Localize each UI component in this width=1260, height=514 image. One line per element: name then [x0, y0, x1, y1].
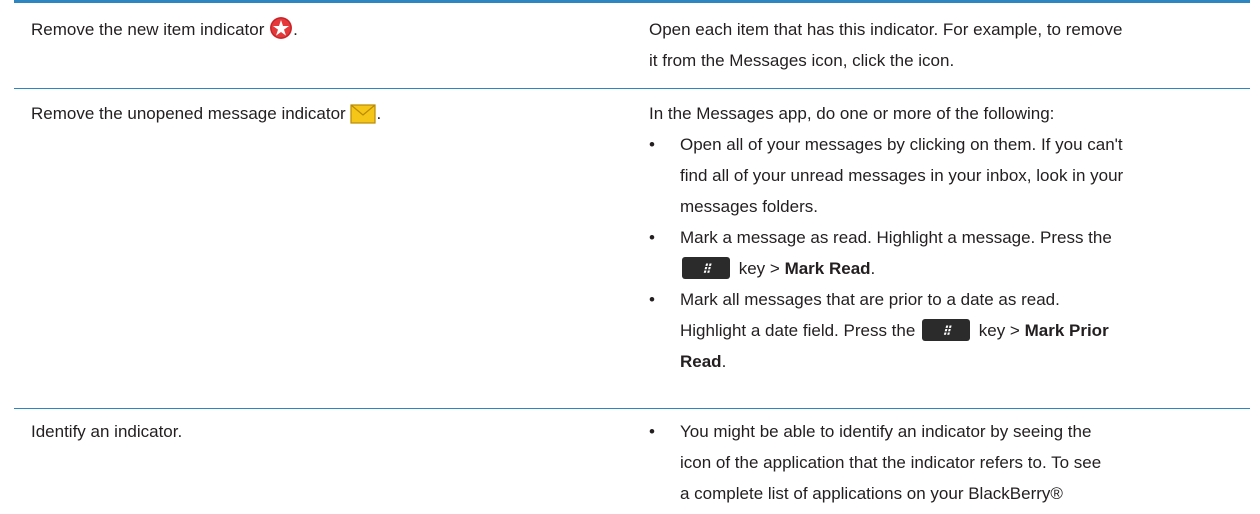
menu-key-glyph: ⁝⁝ [702, 260, 711, 276]
bullet-marker: • [649, 228, 655, 247]
row-1-action-text: Remove the new item indicator [31, 20, 265, 39]
row-1-result: Open each item that has this indicator. … [649, 14, 1249, 76]
bullet-marker: • [649, 135, 655, 154]
row-1-result-line-1: Open each item that has this indicator. … [649, 20, 1123, 39]
bullet-marker: • [649, 290, 655, 309]
row-3-action: Identify an indicator. [31, 422, 183, 441]
bullet-line: You might be able to identify an indicat… [680, 422, 1092, 441]
row-divider-1 [14, 88, 1250, 89]
bullet-text: Mark a message as read. Highlight a mess… [680, 222, 1250, 284]
row-1-action-suffix: . [293, 20, 298, 39]
blackberry-menu-key-icon: ⁝⁝ [682, 257, 730, 279]
bullet-text-segment: . [870, 259, 876, 278]
bullet-line: icon of the application that the indicat… [680, 453, 1102, 472]
bullet-marker: • [649, 422, 655, 441]
new-item-star-icon [269, 16, 293, 50]
bullet-line: ⁝⁝ key > Mark Read. [680, 253, 1250, 284]
row-2-action: Remove the unopened message indicator . [31, 98, 591, 134]
bullet-line: Highlight a date field. Press the ⁝⁝ key… [680, 315, 1250, 346]
row-divider-2 [14, 408, 1250, 409]
bullet-line: Mark all messages that are prior to a da… [680, 290, 1060, 309]
envelope-icon [350, 103, 377, 134]
menu-key-glyph: ⁝⁝ [942, 322, 951, 338]
bullet-line: Mark a message as read. Highlight a mess… [680, 228, 1112, 247]
menu-item-name: Read [680, 352, 722, 371]
menu-item-name: Mark Prior [1024, 321, 1109, 340]
bullet-line: Read. [680, 346, 1250, 377]
menu-item-name: Mark Read [784, 259, 871, 278]
bullet-line: messages folders. [680, 197, 818, 216]
bullet-text: Mark all messages that are prior to a da… [680, 284, 1250, 377]
bullet-line: find all of your unread messages in your… [680, 166, 1124, 185]
bullet-line: Open all of your messages by clicking on… [680, 135, 1123, 154]
bullet-text-segment: . [721, 352, 727, 371]
bullet-text-segment: Highlight a date field. Press the [680, 321, 921, 340]
blackberry-menu-key-icon: ⁝⁝ [922, 319, 971, 341]
row-1-action: Remove the new item indicator . [31, 14, 591, 50]
row-1-result-line-2: it from the Messages icon, click the ico… [649, 51, 955, 70]
row-2-action-suffix: . [376, 104, 382, 123]
bullet-text-segment: key > [734, 259, 785, 278]
row-2-action-text: Remove the unopened message indicator [31, 104, 346, 123]
bullet-text-segment: key > [974, 321, 1025, 340]
row-2-intro: In the Messages app, do one or more of t… [649, 104, 1055, 123]
bullet-text: You might be able to identify an indicat… [680, 416, 1250, 509]
bullet-line: a complete list of applications on your … [680, 484, 1063, 503]
bullet-text: Open all of your messages by clicking on… [680, 129, 1250, 222]
table-top-rule [14, 0, 1250, 3]
